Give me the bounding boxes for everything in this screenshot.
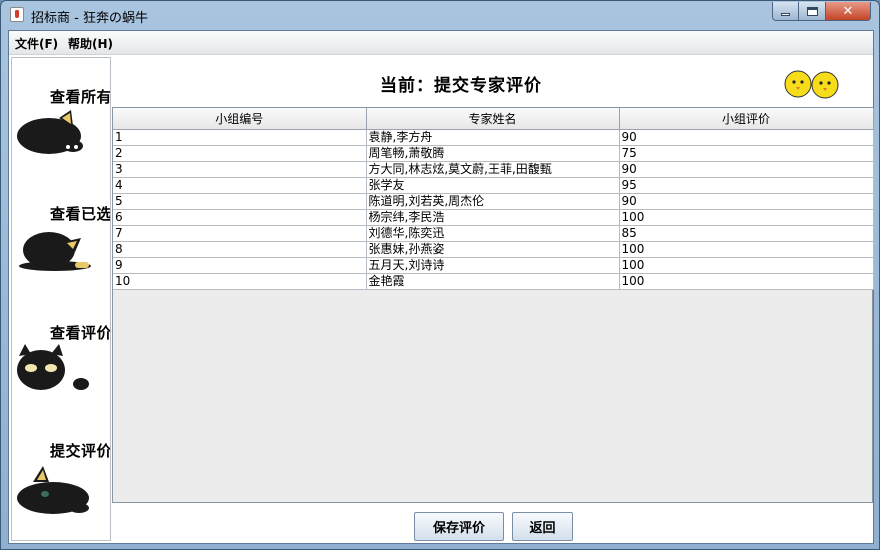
table-header-row: 小组编号 专家姓名 小组评价 [113,108,874,130]
table-row[interactable]: 1 袁静,李方舟 90 [113,128,874,146]
table-row[interactable]: 3 方大同,林志炫,莫文蔚,王菲,田馥甄 90 [113,160,874,178]
table-row[interactable]: 8 张惠妹,孙燕姿 100 [113,240,874,258]
close-icon: ✕ [842,3,854,19]
cell-group-rating[interactable]: 85 [618,224,874,242]
cell-group-rating[interactable]: 95 [618,176,874,194]
column-header-group-id[interactable]: 小组编号 [113,108,367,130]
ratings-table-area[interactable]: 小组编号 专家姓名 小组评价 1 袁静,李方舟 90 2 周笔畅,萧敬腾 75 3 方大同… [112,107,874,503]
cell-expert-names[interactable]: 陈道明,刘若英,周杰伦 [365,192,620,210]
sidebar-item-view-all[interactable]: 查看所有 [12,58,111,168]
cell-group-id[interactable]: 1 [113,128,367,146]
cell-group-rating[interactable]: 75 [618,144,874,162]
menu-help[interactable]: 帮助(H) [68,35,113,52]
sidebar-item-label: 提交评价 [49,442,111,460]
cell-expert-names[interactable]: 周笔畅,萧敬腾 [365,144,620,162]
cell-group-id[interactable]: 6 [113,208,367,226]
cell-group-id[interactable]: 3 [113,160,367,178]
app-window: 招标商 - 狂奔の蜗牛 ✕ 文件(F) 帮助(H) 查看所有 查看已选 查看评价… [0,0,880,550]
main-content: 当前：提交专家评价 小组编号 专家姓名 小组评价 1 袁静,李方舟 90 2 周… [112,57,874,543]
cell-expert-names[interactable]: 五月天,刘诗诗 [365,256,620,274]
cell-group-rating[interactable]: 100 [618,272,874,290]
sidebar-item-view-selected[interactable]: 查看已选 [12,176,111,286]
cell-group-id[interactable]: 4 [113,176,367,194]
cell-group-rating[interactable]: 100 [618,240,874,258]
client-area: 文件(F) 帮助(H) 查看所有 查看已选 查看评价 提交评价 当前：提交专家评… [8,30,874,544]
cell-group-rating[interactable]: 90 [618,192,874,210]
sidebar-item-view-ratings[interactable]: 查看评价 [12,298,111,408]
black-cat-icon [17,344,89,390]
cell-expert-names[interactable]: 金艳霞 [365,272,620,290]
cell-expert-names[interactable]: 刘德华,陈奕迅 [365,224,620,242]
ratings-table[interactable]: 小组编号 专家姓名 小组评价 1 袁静,李方舟 90 2 周笔畅,萧敬腾 75 3 方大同… [113,108,874,290]
maximize-button[interactable] [799,2,826,21]
sidebar-item-submit-rating[interactable]: 提交评价 [12,418,111,528]
title-bar[interactable]: 招标商 - 狂奔の蜗牛 ✕ [1,1,879,29]
cell-group-id[interactable]: 5 [113,192,367,210]
close-button[interactable]: ✕ [826,2,871,21]
cell-expert-names[interactable]: 袁静,李方舟 [365,128,620,146]
cell-expert-names[interactable]: 杨宗纬,李民浩 [365,208,620,226]
sidebar: 查看所有 查看已选 查看评价 提交评价 [11,57,111,541]
cell-group-rating[interactable]: 90 [618,128,874,146]
cell-expert-names[interactable]: 方大同,林志炫,莫文蔚,王菲,田馥甄 [365,160,620,178]
cell-expert-names[interactable]: 张惠妹,孙燕姿 [365,240,620,258]
menu-file[interactable]: 文件(F) [15,35,58,52]
maximize-icon [806,6,818,16]
sidebar-item-label: 查看评价 [49,324,111,342]
table-row[interactable]: 2 周笔畅,萧敬腾 75 [113,144,874,162]
cell-group-id[interactable]: 2 [113,144,367,162]
black-cat-icon [17,110,83,154]
sidebar-item-label: 查看已选 [49,205,111,223]
java-cup-icon [10,7,24,22]
page-title: 当前：提交专家评价 [380,76,542,96]
save-rating-button[interactable]: 保存评价 [414,512,504,541]
window-title: 招标商 - 狂奔の蜗牛 [31,11,148,26]
cell-group-id[interactable]: 9 [113,256,367,274]
table-row[interactable]: 9 五月天,刘诗诗 100 [113,256,874,274]
cell-expert-names[interactable]: 张学友 [365,176,620,194]
yellow-chicks-icon [784,70,839,99]
column-header-expert-names[interactable]: 专家姓名 [365,108,620,130]
black-cat-icon [19,232,91,271]
table-row[interactable]: 4 张学友 95 [113,176,874,194]
table-row[interactable]: 10 金艳霞 100 [113,272,874,290]
sidebar-item-label: 查看所有 [49,88,111,106]
column-header-group-rating[interactable]: 小组评价 [618,108,874,130]
black-cat-icon [17,466,89,514]
menu-bar: 文件(F) 帮助(H) [9,31,873,55]
cell-group-id[interactable]: 8 [113,240,367,258]
table-row[interactable]: 6 杨宗纬,李民浩 100 [113,208,874,226]
cell-group-rating[interactable]: 100 [618,256,874,274]
cell-group-id[interactable]: 7 [113,224,367,242]
table-row[interactable]: 7 刘德华,陈奕迅 85 [113,224,874,242]
minimize-icon [781,12,790,16]
cell-group-id[interactable]: 10 [113,272,367,290]
back-button[interactable]: 返回 [512,512,573,541]
minimize-button[interactable] [772,2,799,21]
cell-group-rating[interactable]: 90 [618,160,874,178]
table-row[interactable]: 5 陈道明,刘若英,周杰伦 90 [113,192,874,210]
cell-group-rating[interactable]: 100 [618,208,874,226]
